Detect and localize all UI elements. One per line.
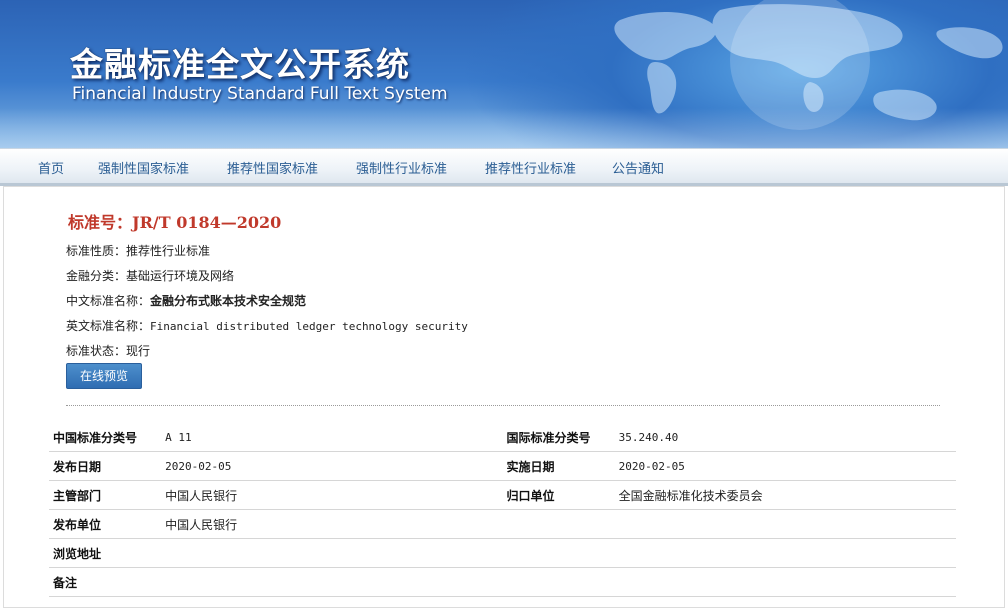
- table-row: 主管部门 中国人民银行 归口单位 全国金融标准化技术委员会: [49, 480, 956, 510]
- standard-nature-value: 推荐性行业标准: [126, 244, 211, 258]
- browse-value[interactable]: [161, 538, 956, 568]
- table-row: 发布日期 2020-02-05 实施日期 2020-02-05: [49, 451, 956, 481]
- cn-name-value: 金融分布式账本技术安全规范: [150, 294, 307, 308]
- cn-name-label: 中文标准名称：: [66, 294, 151, 308]
- financial-category-value: 基础运行环境及网络: [126, 269, 235, 283]
- standard-status-value: 现行: [126, 344, 151, 358]
- nav-mandatory-national[interactable]: 强制性国家标准: [98, 158, 189, 177]
- table-row: 浏览地址: [49, 538, 956, 568]
- publisher-value: 中国人民银行: [161, 509, 503, 539]
- financial-category-label: 金融分类：: [66, 269, 127, 283]
- site-banner: 金融标准全文公开系统 Financial Industry Standard F…: [0, 0, 1008, 148]
- table-row: 中国标准分类号 A 11 国际标准分类号 35.240.40: [49, 423, 956, 452]
- publisher-label: 发布单位: [49, 509, 162, 539]
- nav-mandatory-industry[interactable]: 强制性行业标准: [356, 158, 447, 177]
- ccs-value: A 11: [161, 423, 503, 452]
- effective-date-value: 2020-02-05: [614, 451, 956, 481]
- dotted-divider: [66, 405, 940, 406]
- remark-value: [161, 567, 956, 597]
- standard-number-label: 标准号：: [68, 213, 133, 232]
- site-title-cn: 金融标准全文公开系统: [70, 45, 410, 84]
- table-row: 发布单位 中国人民银行: [49, 509, 956, 539]
- standard-detail-panel: 标准号：JR/T 0184—2020 标准性质：推荐性行业标准 金融分类：基础运…: [3, 186, 1005, 608]
- responsible-label: 归口单位: [502, 480, 615, 510]
- standard-number: JR/T 0184—2020: [132, 213, 282, 232]
- nav-recommended-industry[interactable]: 推荐性行业标准: [485, 158, 576, 177]
- ics-value: 35.240.40: [614, 423, 956, 452]
- en-name-row: 英文标准名称：Financial distributed ledger tech…: [66, 317, 468, 334]
- banner-stripe: [0, 108, 1008, 148]
- en-name-value: Financial distributed ledger technology …: [150, 320, 468, 333]
- table-row: 备注: [49, 567, 956, 597]
- nav-recommended-national[interactable]: 推荐性国家标准: [227, 158, 318, 177]
- site-title-en: Financial Industry Standard Full Text Sy…: [72, 84, 448, 104]
- remark-label: 备注: [49, 567, 162, 597]
- nav-announcements[interactable]: 公告通知: [612, 158, 664, 177]
- cn-name-row: 中文标准名称：金融分布式账本技术安全规范: [66, 292, 306, 309]
- standard-meta-table: 中国标准分类号 A 11 国际标准分类号 35.240.40 发布日期 2020…: [49, 423, 956, 597]
- standard-status-label: 标准状态：: [66, 344, 127, 358]
- publish-date-label: 发布日期: [49, 451, 162, 481]
- standard-number-heading: 标准号：JR/T 0184—2020: [68, 209, 281, 233]
- standard-nature-label: 标准性质：: [66, 244, 127, 258]
- publish-date-value: 2020-02-05: [161, 451, 503, 481]
- financial-category-row: 金融分类：基础运行环境及网络: [66, 267, 234, 284]
- standard-nature-row: 标准性质：推荐性行业标准: [66, 242, 210, 259]
- en-name-label: 英文标准名称：: [66, 319, 151, 333]
- authority-label: 主管部门: [49, 480, 162, 510]
- browse-label: 浏览地址: [49, 538, 162, 568]
- ccs-label: 中国标准分类号: [49, 423, 162, 452]
- nav-home[interactable]: 首页: [38, 158, 64, 177]
- online-preview-button[interactable]: 在线预览: [66, 363, 142, 389]
- authority-value: 中国人民银行: [161, 480, 503, 510]
- ics-label: 国际标准分类号: [502, 423, 615, 452]
- responsible-value: 全国金融标准化技术委员会: [614, 480, 956, 510]
- main-nav: 首页 强制性国家标准 推荐性国家标准 强制性行业标准 推荐性行业标准 公告通知: [0, 148, 1008, 186]
- standard-status-row: 标准状态：现行: [66, 342, 150, 359]
- effective-date-label: 实施日期: [502, 451, 615, 481]
